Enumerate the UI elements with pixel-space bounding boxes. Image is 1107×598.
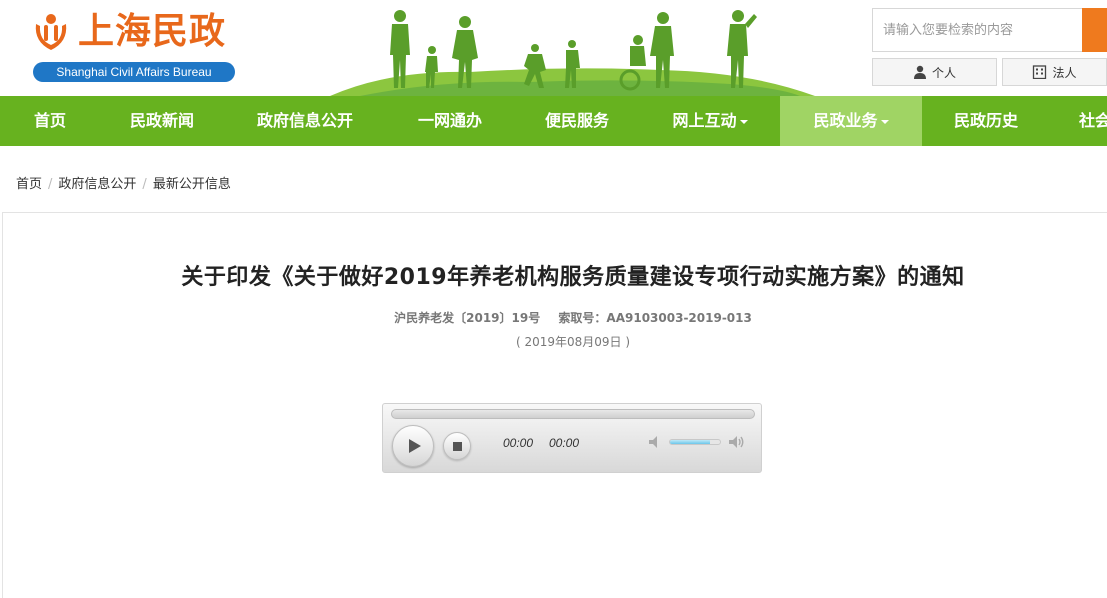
search-button[interactable] xyxy=(1082,8,1107,52)
duration-time: 00:00 xyxy=(549,436,580,450)
nav-item-gov-info[interactable]: 政府信息公开 xyxy=(224,96,386,146)
logo-chinese-name: 上海民政 xyxy=(78,11,227,52)
audio-progress-bar[interactable] xyxy=(391,409,755,419)
play-button[interactable] xyxy=(392,425,434,467)
building-icon xyxy=(1033,65,1047,79)
search-input[interactable] xyxy=(873,9,1081,51)
site-header: 上海民政 Shanghai Civil Affairs Bureau 请输入您要… xyxy=(0,0,1107,96)
person-icon xyxy=(913,65,926,79)
current-time: 00:00 xyxy=(503,436,534,450)
personal-login-button[interactable]: 个人 xyxy=(872,58,997,86)
article-panel: 关于印发《关于做好2019年养老机构服务质量建设专项行动实施方案》的通知 沪民养… xyxy=(2,212,1107,598)
article-meta: 沪民养老发〔2019〕19号 索取号：AA9103003-2019-013 xyxy=(3,309,1107,326)
volume-slider[interactable] xyxy=(669,439,721,445)
nav-item-society[interactable]: 社会 xyxy=(1050,96,1107,146)
chevron-down-icon xyxy=(739,119,748,124)
breadcrumb-separator: / xyxy=(48,177,53,192)
legal-entity-login-button[interactable]: 法人 xyxy=(1002,58,1107,86)
chevron-down-icon xyxy=(880,119,889,124)
breadcrumb-latest-info[interactable]: 最新公开信息 xyxy=(153,177,231,192)
breadcrumb-gov-info[interactable]: 政府信息公开 xyxy=(58,177,136,192)
main-nav: 首页 民政新闻 政府信息公开 一网通办 便民服务 网上互动 民政业务 民政历史 … xyxy=(0,96,1107,146)
article-title: 关于印发《关于做好2019年养老机构服务质量建设专项行动实施方案》的通知 xyxy=(181,265,965,290)
breadcrumb-home[interactable]: 首页 xyxy=(16,177,42,192)
nav-item-one-stop[interactable]: 一网通办 xyxy=(386,96,514,146)
publish-date: ( 2019年08月09日 ) xyxy=(515,335,631,349)
volume-mute-icon[interactable] xyxy=(647,433,665,451)
breadcrumb-separator: / xyxy=(142,177,147,192)
search-box xyxy=(872,8,1107,52)
document-number: 沪民养老发〔2019〕19号 xyxy=(394,311,541,325)
nav-item-history[interactable]: 民政历史 xyxy=(922,96,1050,146)
site-logo[interactable]: 上海民政 Shanghai Civil Affairs Bureau xyxy=(30,10,240,84)
logo-english-name: Shanghai Civil Affairs Bureau xyxy=(33,62,235,82)
nav-item-services[interactable]: 便民服务 xyxy=(514,96,640,146)
family-silhouette-banner xyxy=(330,10,815,96)
nav-item-interaction[interactable]: 网上互动 xyxy=(640,96,780,146)
index-number: 索取号：AA9103003-2019-013 xyxy=(558,311,752,325)
nav-item-news[interactable]: 民政新闻 xyxy=(100,96,224,146)
personal-label: 个人 xyxy=(931,65,956,80)
stop-button[interactable] xyxy=(443,432,471,460)
logo-emblem-icon xyxy=(35,14,67,50)
volume-level xyxy=(670,440,710,444)
nav-item-home[interactable]: 首页 xyxy=(0,96,100,146)
nav-item-business[interactable]: 民政业务 xyxy=(780,96,922,146)
audio-player: 00:00 00:00 xyxy=(382,403,762,473)
volume-max-icon[interactable] xyxy=(727,433,745,451)
breadcrumb: 首页 / 政府信息公开 / 最新公开信息 xyxy=(16,176,231,194)
legal-label: 法人 xyxy=(1052,65,1077,80)
